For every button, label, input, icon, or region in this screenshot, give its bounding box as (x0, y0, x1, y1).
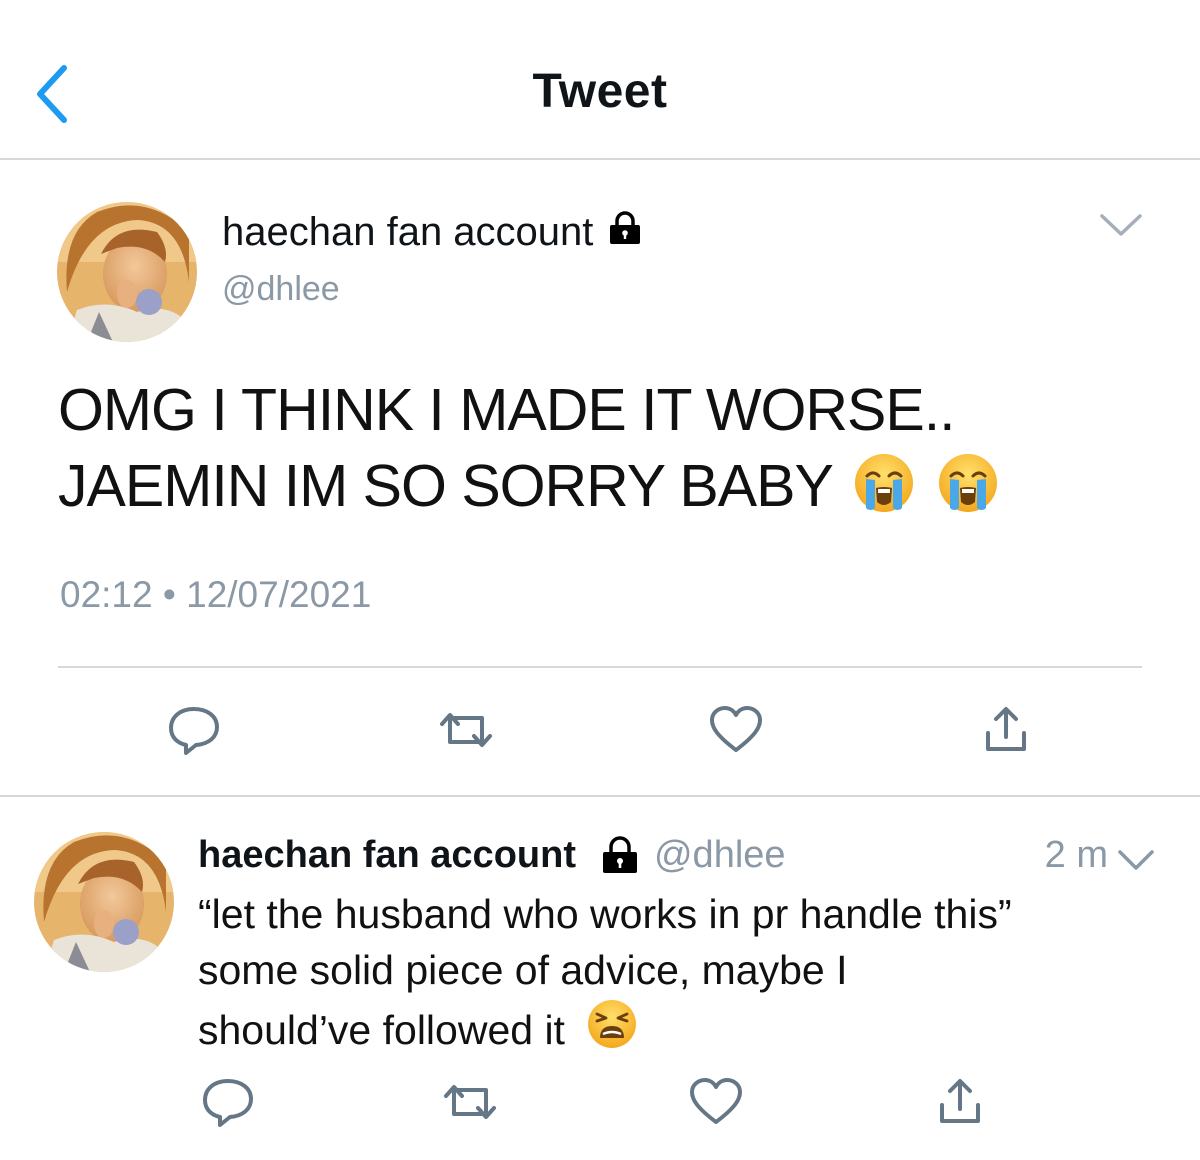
reply-header: haechan fan account @dhlee 2 m (198, 830, 1164, 880)
retweet-button[interactable] (436, 700, 496, 760)
retweet-button[interactable] (440, 1072, 500, 1132)
display-name-text: haechan fan account (222, 210, 594, 254)
lock-icon (600, 836, 640, 874)
share-icon (940, 1079, 980, 1123)
loudly-crying-face-emoji (853, 452, 915, 532)
retweet-icon (440, 713, 492, 747)
tweet-text-line-3: should’ve followed it (198, 998, 1178, 1064)
loudly-crying-face-emoji (937, 452, 999, 532)
divider (58, 666, 1142, 668)
page-title: Tweet (532, 65, 668, 118)
tweet-time: 02:12 (60, 574, 153, 615)
tweet-text-line: JAEMIN IM SO SORRY BABY (58, 453, 833, 519)
author-handle[interactable]: @dhlee (222, 270, 340, 309)
avatar[interactable] (57, 202, 197, 342)
retweet-icon (444, 1085, 496, 1119)
tweet-text-line-2: JAEMIN IM SO SORRY BABY (58, 448, 1138, 532)
timestamp-separator: • (162, 574, 176, 615)
tweet-text-line: should’ve followed it (198, 1007, 565, 1053)
heart-icon (710, 706, 762, 752)
profile-photo (34, 832, 174, 972)
chevron-down-icon (1118, 850, 1154, 870)
reply-button[interactable] (164, 700, 224, 760)
like-button[interactable] (706, 700, 766, 760)
tweet-text-line: OMG I THINK I MADE IT WORSE.. (58, 377, 956, 443)
lock-icon (607, 210, 643, 255)
author-handle[interactable]: @dhlee (654, 834, 786, 877)
share-button[interactable] (976, 700, 1036, 760)
tweet-text-line: “let the husband who works in pr handle … (198, 891, 1012, 937)
reply-button[interactable] (198, 1072, 258, 1132)
tweet-text: “let the husband who works in pr handle … (198, 886, 1178, 1064)
avatar[interactable] (34, 832, 174, 972)
weary-face-emoji (586, 998, 638, 1064)
chevron-down-icon (1100, 214, 1142, 236)
profile-photo (57, 202, 197, 342)
tweet-timestamp[interactable]: 02:12 • 12/07/2021 (60, 574, 371, 616)
share-icon (986, 707, 1026, 751)
relative-time: 2 m (1044, 834, 1108, 876)
tweet-date: 12/07/2021 (186, 574, 372, 615)
heart-icon (690, 1078, 742, 1124)
reply-icon (169, 707, 219, 755)
tweet-options-button[interactable] (1098, 208, 1144, 242)
author-display-name[interactable]: haechan fan account (198, 834, 576, 877)
like-button[interactable] (686, 1072, 746, 1132)
tweet-text: OMG I THINK I MADE IT WORSE.. JAEMIN IM … (58, 372, 1138, 532)
tweet-text-line: some solid piece of advice, maybe I (198, 947, 848, 993)
section-divider (0, 795, 1200, 797)
top-nav-bar: Tweet (0, 0, 1200, 160)
tweet-options-button[interactable] (1116, 846, 1156, 874)
author-display-name[interactable]: haechan fan account (222, 210, 643, 255)
share-button[interactable] (930, 1072, 990, 1132)
reply-icon (203, 1079, 253, 1127)
